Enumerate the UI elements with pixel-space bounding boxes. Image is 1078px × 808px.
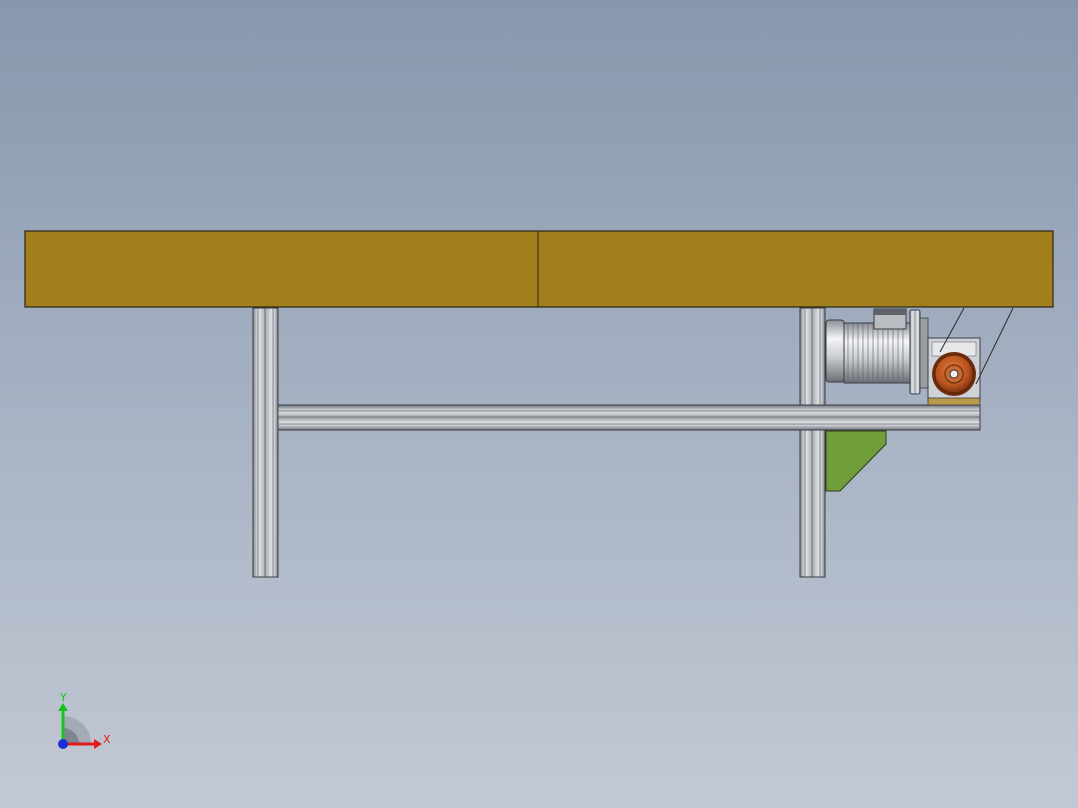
coordinate-triad[interactable]: Y X (58, 691, 111, 749)
x-axis-arrow (94, 739, 102, 749)
drive-sprocket[interactable] (932, 352, 976, 396)
x-axis-label: X (103, 733, 111, 746)
z-axis-dot (58, 739, 68, 749)
conveyor-belt[interactable] (24, 230, 1054, 308)
drive-motor[interactable] (825, 308, 929, 395)
y-axis-label: Y (59, 691, 67, 704)
cad-viewport[interactable]: Y X (0, 0, 1078, 808)
support-bracket[interactable] (825, 430, 887, 492)
left-leg[interactable] (252, 307, 279, 578)
y-axis-arrow (58, 703, 68, 711)
cross-rail[interactable] (277, 404, 981, 431)
right-leg[interactable] (799, 307, 826, 578)
